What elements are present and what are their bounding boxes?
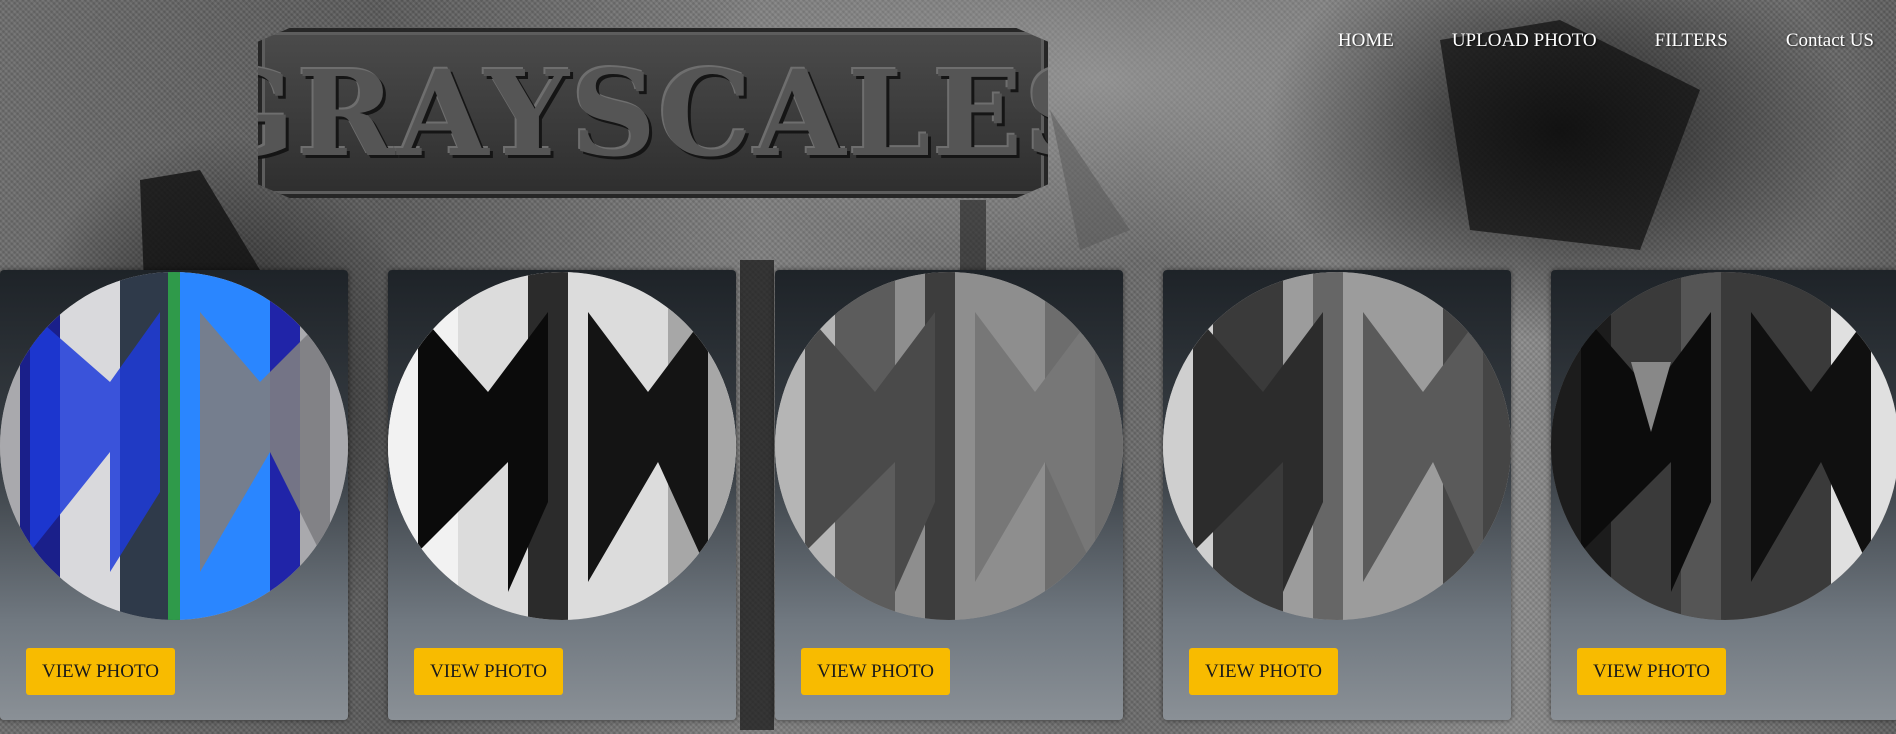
photo-thumbnail[interactable] [388, 272, 736, 620]
photo-card: VIEW PHOTO [1551, 270, 1896, 720]
view-photo-button[interactable]: VIEW PHOTO [26, 648, 175, 695]
photo-thumbnail[interactable] [0, 272, 348, 620]
photo-thumbnail[interactable] [1551, 272, 1896, 620]
view-photo-button[interactable]: VIEW PHOTO [414, 648, 563, 695]
grayscales-logo[interactable]: GRAYSCALES [258, 28, 1048, 198]
nav-filters-link[interactable]: FILTERS [1655, 30, 1728, 52]
photo-card: VIEW PHOTO [388, 270, 736, 720]
photo-thumbnail[interactable] [1163, 272, 1511, 620]
view-photo-button[interactable]: VIEW PHOTO [801, 648, 950, 695]
photo-thumbnail[interactable] [775, 272, 1123, 620]
nav-home-link[interactable]: HOME [1338, 30, 1394, 52]
nav-contact-us-link[interactable]: Contact US [1786, 30, 1874, 52]
photo-card: VIEW PHOTO [1163, 270, 1511, 720]
view-photo-button[interactable]: VIEW PHOTO [1189, 648, 1338, 695]
nav-upload-photo-link[interactable]: UPLOAD PHOTO [1452, 30, 1597, 52]
photo-card: VIEW PHOTO [775, 270, 1123, 720]
logo-text: GRAYSCALES [194, 43, 1112, 183]
main-nav: HOME UPLOAD PHOTO FILTERS Contact US [1338, 30, 1874, 52]
view-photo-button[interactable]: VIEW PHOTO [1577, 648, 1726, 695]
photo-card: VIEW PHOTO [0, 270, 348, 720]
